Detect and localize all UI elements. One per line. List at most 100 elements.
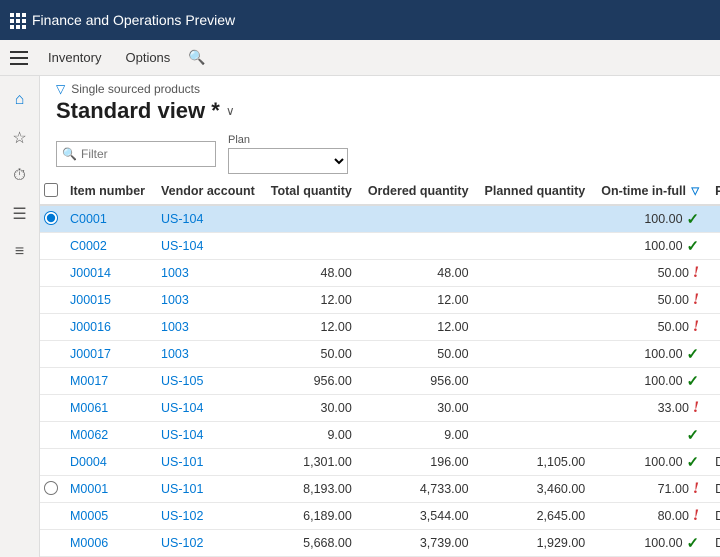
plan-select[interactable] bbox=[228, 148, 348, 174]
nav-options[interactable]: Options bbox=[115, 46, 180, 69]
cell-item-number[interactable]: M0061 bbox=[62, 395, 153, 422]
cell-item-number[interactable]: J00015 bbox=[62, 287, 153, 314]
cell-total-quantity bbox=[263, 233, 360, 260]
cell-vendor-account[interactable]: US-102 bbox=[153, 503, 263, 530]
table-row: M0006US-1025,668.003,739.001,929.00100.0… bbox=[40, 530, 720, 557]
th-ordered-quantity[interactable]: Ordered quantity bbox=[360, 178, 477, 205]
select-all-checkbox[interactable] bbox=[44, 183, 58, 197]
filter-search-icon: 🔍 bbox=[62, 147, 77, 161]
sidebar-icon-star[interactable]: ☆ bbox=[4, 122, 36, 154]
cell-plan bbox=[707, 233, 720, 260]
cell-on-time-in-full: 50.00! bbox=[593, 314, 707, 340]
cell-vendor-account[interactable]: US-101 bbox=[153, 449, 263, 476]
table-row: M0017US-105956.00956.00100.00✓ bbox=[40, 368, 720, 395]
th-planned-quantity[interactable]: Planned quantity bbox=[477, 178, 594, 205]
cell-vendor-account[interactable]: US-105 bbox=[153, 368, 263, 395]
row-selector-cell bbox=[40, 287, 62, 314]
warn-icon: ! bbox=[693, 507, 699, 525]
cell-vendor-account[interactable]: US-104 bbox=[153, 422, 263, 449]
row-selector-cell bbox=[40, 260, 62, 287]
table-wrap[interactable]: Item number Vendor account Total quantit… bbox=[40, 178, 720, 557]
th-plan[interactable]: Plan bbox=[707, 178, 720, 205]
cell-on-time-in-full: 33.00! bbox=[593, 395, 707, 421]
cell-vendor-account[interactable]: US-104 bbox=[153, 233, 263, 260]
cell-item-number[interactable]: C0002 bbox=[62, 233, 153, 260]
on-time-value: 50.00 bbox=[658, 293, 689, 307]
top-bar: Finance and Operations Preview bbox=[0, 0, 720, 40]
cell-item-number[interactable]: M0001 bbox=[62, 476, 153, 503]
cell-vendor-account[interactable]: US-104 bbox=[153, 395, 263, 422]
cell-plan: DynPlan bbox=[707, 449, 720, 476]
row-selector-cell bbox=[40, 341, 62, 368]
on-time-value: 50.00 bbox=[658, 266, 689, 280]
row-radio[interactable] bbox=[44, 481, 58, 495]
cell-vendor-account[interactable]: US-104 bbox=[153, 205, 263, 233]
nav-inventory[interactable]: Inventory bbox=[38, 46, 111, 69]
cell-item-number[interactable]: M0006 bbox=[62, 530, 153, 557]
main-content: ▽ Single sourced products Standard view … bbox=[40, 76, 720, 557]
cell-total-quantity: 1,301.00 bbox=[263, 449, 360, 476]
filter-input[interactable] bbox=[56, 141, 216, 167]
sidebar-icon-bookmarks[interactable]: ☰ bbox=[4, 198, 36, 230]
cell-item-number[interactable]: J00017 bbox=[62, 341, 153, 368]
cell-total-quantity: 50.00 bbox=[263, 341, 360, 368]
th-on-time-in-full[interactable]: On-time in-full ▽ bbox=[593, 178, 707, 205]
check-icon: ✓ bbox=[687, 237, 700, 255]
th-checkbox bbox=[40, 178, 62, 205]
cell-planned-quantity: 2,645.00 bbox=[477, 503, 594, 530]
app-grid-icon[interactable] bbox=[10, 13, 24, 27]
sidebar-icon-list[interactable]: ≡ bbox=[4, 236, 36, 268]
cell-ordered-quantity: 48.00 bbox=[360, 260, 477, 287]
cell-ordered-quantity: 196.00 bbox=[360, 449, 477, 476]
table-row: D0004US-1011,301.00196.001,105.00100.00✓… bbox=[40, 449, 720, 476]
cell-planned-quantity: 3,460.00 bbox=[477, 476, 594, 503]
sidebar-icon-history[interactable]: ⏱ bbox=[4, 160, 36, 192]
cell-on-time-in-full: 50.00! bbox=[593, 260, 707, 286]
cell-item-number[interactable]: C0001 bbox=[62, 205, 153, 233]
table-row: M0062US-1049.009.00✓ bbox=[40, 422, 720, 449]
cell-vendor-account[interactable]: 1003 bbox=[153, 287, 263, 314]
cell-item-number[interactable]: M0062 bbox=[62, 422, 153, 449]
cell-vendor-account[interactable]: US-101 bbox=[153, 476, 263, 503]
th-vendor-account[interactable]: Vendor account bbox=[153, 178, 263, 205]
row-radio[interactable] bbox=[44, 211, 58, 225]
row-selector-cell bbox=[40, 476, 62, 503]
cell-item-number[interactable]: M0017 bbox=[62, 368, 153, 395]
on-time-value: 100.00 bbox=[644, 536, 682, 550]
cell-vendor-account[interactable]: 1003 bbox=[153, 260, 263, 287]
cell-vendor-account[interactable]: US-102 bbox=[153, 530, 263, 557]
hamburger-menu[interactable] bbox=[10, 51, 28, 65]
table-row: J00016100312.0012.0050.00! bbox=[40, 314, 720, 341]
cell-plan bbox=[707, 395, 720, 422]
cell-on-time-in-full: ✓ bbox=[593, 422, 707, 448]
cell-planned-quantity bbox=[477, 341, 594, 368]
plan-label: Plan bbox=[228, 134, 348, 146]
table-row: M0061US-10430.0030.0033.00! bbox=[40, 395, 720, 422]
cell-ordered-quantity: 12.00 bbox=[360, 314, 477, 341]
nav-search-icon[interactable]: 🔍 bbox=[188, 49, 205, 66]
cell-total-quantity: 12.00 bbox=[263, 287, 360, 314]
inventory-table: Item number Vendor account Total quantit… bbox=[40, 178, 720, 557]
cell-ordered-quantity: 50.00 bbox=[360, 341, 477, 368]
cell-planned-quantity bbox=[477, 287, 594, 314]
check-icon: ✓ bbox=[687, 426, 700, 444]
cell-item-number[interactable]: J00016 bbox=[62, 314, 153, 341]
cell-on-time-in-full: 100.00✓ bbox=[593, 206, 707, 232]
cell-item-number[interactable]: M0005 bbox=[62, 503, 153, 530]
cell-ordered-quantity bbox=[360, 205, 477, 233]
row-selector-cell bbox=[40, 449, 62, 476]
cell-plan: DynPlan bbox=[707, 530, 720, 557]
cell-vendor-account[interactable]: 1003 bbox=[153, 341, 263, 368]
cell-total-quantity: 5,668.00 bbox=[263, 530, 360, 557]
cell-ordered-quantity: 4,733.00 bbox=[360, 476, 477, 503]
cell-item-number[interactable]: J00014 bbox=[62, 260, 153, 287]
th-item-number[interactable]: Item number bbox=[62, 178, 153, 205]
cell-item-number[interactable]: D0004 bbox=[62, 449, 153, 476]
view-dropdown-icon[interactable]: ∨ bbox=[226, 104, 235, 118]
table-row: J00017100350.0050.00100.00✓ bbox=[40, 341, 720, 368]
cell-vendor-account[interactable]: 1003 bbox=[153, 314, 263, 341]
on-time-value: 100.00 bbox=[644, 239, 682, 253]
sidebar-icon-home[interactable]: ⌂ bbox=[4, 84, 36, 116]
th-total-quantity[interactable]: Total quantity bbox=[263, 178, 360, 205]
app-title: Finance and Operations Preview bbox=[32, 12, 235, 28]
